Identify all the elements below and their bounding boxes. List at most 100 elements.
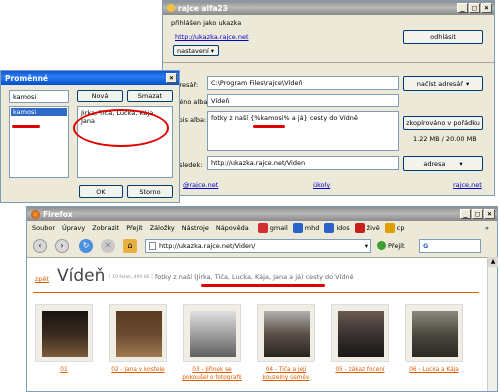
page-icon: [149, 242, 156, 250]
bookmark-mhd[interactable]: mhd: [292, 223, 320, 233]
minimize-icon[interactable]: _: [457, 3, 468, 13]
chevron-down-icon: ▾: [210, 46, 215, 55]
value-circle: [73, 109, 169, 147]
photo: [190, 311, 236, 357]
reload-icon[interactable]: ↻: [79, 239, 93, 253]
chevron-more-icon[interactable]: »: [485, 224, 489, 232]
thumbnail[interactable]: [109, 304, 167, 362]
chevron-down-icon: ▾: [459, 159, 463, 168]
size-text: 1.22 MB / 20.00 MB: [413, 135, 477, 143]
menu-item-file[interactable]: Soubor: [32, 224, 55, 232]
firefox-title: Firefox: [43, 209, 73, 219]
go-button[interactable]: Přejít: [377, 241, 405, 250]
menu-bar: Soubor Úpravy Zobrazit Přejít Záložky Ná…: [27, 221, 497, 235]
load-dir-button[interactable]: načíst adresář ▾: [403, 76, 483, 91]
thumbnail[interactable]: [183, 304, 241, 362]
scroll-up-icon[interactable]: ▲: [488, 257, 498, 267]
bookmark-label: idos: [336, 224, 350, 232]
maximize-icon[interactable]: □: [472, 209, 483, 219]
stop-icon[interactable]: ✕: [101, 239, 115, 253]
photo: [42, 311, 88, 357]
menu-item-tools[interactable]: Nástroje: [182, 224, 209, 232]
thumbnail-caption[interactable]: 06 - Lucka a Kája: [404, 366, 464, 374]
footer-left-link[interactable]: @rajce.net: [183, 181, 218, 189]
chevron-down-icon[interactable]: ▾: [365, 242, 368, 250]
search-engine-icon: G: [423, 242, 429, 250]
thumbnail-caption[interactable]: 04 - Tiča a její kouzelný úsměv: [256, 366, 316, 382]
delete-button[interactable]: Smazat: [127, 90, 173, 102]
desc-field[interactable]: fotky z naší {%kamosi% a já} cesty do Ví…: [207, 111, 399, 151]
address-button[interactable]: adresa ▾: [403, 156, 483, 171]
firefox-titlebar[interactable]: Firefox _ □ ×: [27, 207, 497, 221]
dir-field[interactable]: C:\Program Files\rajce\Víd­eň: [207, 76, 399, 90]
close-icon[interactable]: ×: [484, 209, 495, 219]
search-input[interactable]: G: [419, 239, 481, 253]
home-icon[interactable]: ⌂: [123, 239, 137, 253]
photo: [116, 311, 162, 357]
go-label: Přejít: [388, 241, 405, 250]
new-button[interactable]: Nová: [77, 90, 123, 102]
variable-name-input[interactable]: kamosi: [9, 90, 69, 103]
menu-item-help[interactable]: Nápověda: [216, 224, 249, 232]
bookmark-idos[interactable]: idos: [324, 223, 350, 233]
logout-button[interactable]: odhlásit: [403, 30, 483, 44]
settings-button[interactable]: nastavení ▾: [173, 45, 219, 56]
variables-list[interactable]: kamosi: [9, 106, 69, 178]
close-icon[interactable]: ×: [166, 73, 177, 83]
bookmark-cp[interactable]: cp: [384, 223, 404, 233]
bookmark-icon: [354, 223, 365, 233]
menu-item-edit[interactable]: Úpravy: [62, 224, 85, 232]
thumbnail[interactable]: [331, 304, 389, 362]
rajce-titlebar[interactable]: rajce alfa23 _ □ ×: [163, 1, 494, 15]
result-field[interactable]: http://ukazka.rajce.net/Viden: [207, 156, 399, 170]
thumbnail-caption[interactable]: 02 - Jana v kostele: [108, 366, 168, 374]
footer-right-link[interactable]: rajce.net: [453, 181, 482, 189]
forward-icon[interactable]: ›: [55, 239, 69, 253]
list-underline: [12, 125, 40, 128]
desc-underline: [253, 125, 285, 128]
menu-item-view[interactable]: Zobrazit: [92, 224, 119, 232]
menu-item-go[interactable]: Přejít: [126, 224, 143, 232]
thumbnail-caption[interactable]: 05 - zákaz focení: [330, 366, 390, 374]
address-bar[interactable]: http://ukazka.rajce.net/Viden/ ▾: [145, 239, 371, 253]
page-content: zpět Vídeň [ 10 fotek, 490 kB ] fotky z …: [27, 257, 487, 391]
photo: [412, 311, 458, 357]
mail-icon: [257, 223, 268, 233]
back-icon[interactable]: ‹: [33, 239, 47, 253]
copied-button[interactable]: zkopírováno v pořádku: [403, 116, 483, 130]
bookmark-icon: [324, 223, 335, 233]
thumbnail[interactable]: [257, 304, 315, 362]
bookmark-gmail[interactable]: gmail: [257, 223, 288, 233]
bookmark-label: mhd: [304, 224, 320, 232]
footer-tasks-link[interactable]: úkoly: [313, 181, 330, 189]
desc-underline: [201, 284, 325, 287]
album-field[interactable]: Vídeň: [207, 94, 399, 107]
list-item[interactable]: kamosi: [11, 108, 67, 116]
page-meta: [ 10 fotek, 490 kB ]: [109, 275, 153, 280]
page-description: fotky z naší (Jirka, Tiča, Lucka, Kája, …: [155, 273, 354, 281]
thumbnail[interactable]: [35, 304, 93, 362]
minimize-icon[interactable]: _: [460, 209, 471, 219]
menu-item-bookmarks[interactable]: Záložky: [150, 224, 175, 232]
go-icon: [377, 241, 386, 250]
thumbnail-caption[interactable]: 01: [34, 366, 94, 374]
vertical-scrollbar[interactable]: ▲: [487, 257, 498, 391]
variables-titlebar[interactable]: Proměnné ×: [1, 71, 179, 85]
ok-button[interactable]: OK: [79, 185, 123, 198]
rajce-url-link[interactable]: http://ukazka.rajce.net: [175, 33, 249, 41]
back-link[interactable]: zpět: [35, 275, 49, 283]
load-dir-label: načíst adresář: [416, 79, 463, 88]
rajce-title: rajce alfa23: [178, 3, 228, 13]
page-title: Vídeň: [57, 266, 106, 286]
variables-dialog: Proměnné × kamosi Nová Smazat kamosi Jir…: [0, 70, 180, 203]
divider: [163, 62, 494, 63]
close-icon[interactable]: ×: [481, 3, 492, 13]
maximize-icon[interactable]: □: [469, 3, 480, 13]
thumbnail[interactable]: [405, 304, 463, 362]
thumbnail-caption[interactable]: 03 - Jiřinek se pokoušel o fotografii: [182, 366, 242, 382]
bookmark-zive[interactable]: živě: [354, 223, 380, 233]
photo: [338, 311, 384, 357]
address-text: http://ukazka.rajce.net/Viden/: [159, 242, 256, 250]
settings-label: nastavení: [177, 46, 209, 55]
cancel-button[interactable]: Storno: [127, 185, 173, 198]
